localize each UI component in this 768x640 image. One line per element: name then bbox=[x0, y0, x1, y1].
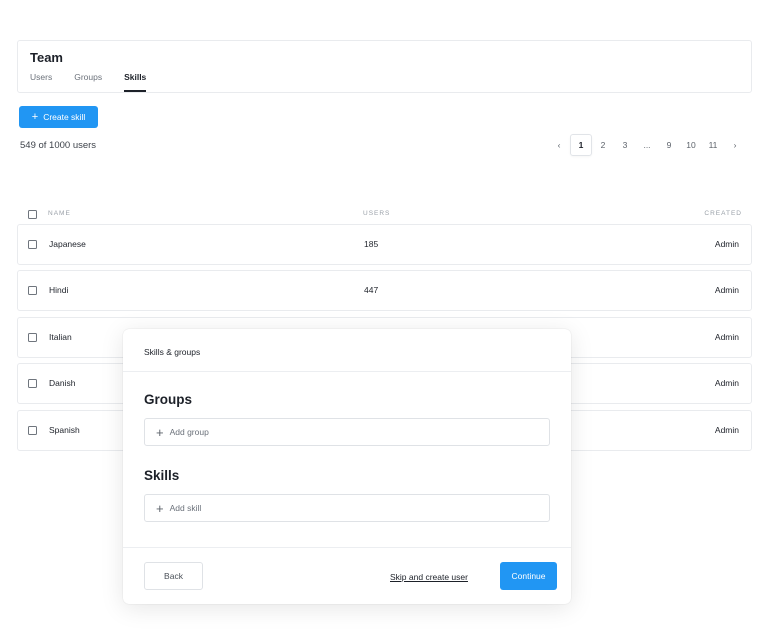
page-3[interactable]: 3 bbox=[614, 134, 636, 156]
page-ellipsis: ... bbox=[643, 140, 651, 150]
chevron-left-icon[interactable]: ‹ bbox=[548, 134, 570, 156]
team-header-card: Team Users Groups Skills bbox=[17, 40, 752, 93]
plus-icon: + bbox=[31, 110, 39, 123]
add-group-label: Add group bbox=[169, 427, 209, 437]
chevron-right-icon[interactable]: › bbox=[724, 134, 746, 156]
pagination: ‹ 1 2 3 ... 9 10 11 › bbox=[548, 134, 746, 156]
skills-groups-modal: Skills & groups Groups + Add group Skill… bbox=[123, 329, 571, 604]
row-users: 447 bbox=[364, 285, 379, 295]
row-created: Admin bbox=[714, 285, 739, 295]
row-created: Admin bbox=[714, 332, 739, 342]
column-header-created: CREATED bbox=[704, 210, 742, 217]
row-name: Japanese bbox=[49, 239, 86, 249]
page-2[interactable]: 2 bbox=[592, 134, 614, 156]
row-checkbox[interactable] bbox=[28, 333, 37, 342]
row-checkbox[interactable] bbox=[28, 379, 37, 388]
row-created: Admin bbox=[714, 425, 739, 435]
row-checkbox[interactable] bbox=[28, 426, 37, 435]
plus-icon: + bbox=[156, 424, 164, 440]
page-1[interactable]: 1 bbox=[570, 134, 592, 156]
page-11[interactable]: 11 bbox=[702, 134, 724, 156]
row-checkbox[interactable] bbox=[28, 240, 37, 249]
row-users: 185 bbox=[364, 239, 379, 249]
row-name: Italian bbox=[49, 332, 72, 342]
tab-bar: Users Groups Skills bbox=[30, 72, 168, 92]
tab-skills[interactable]: Skills bbox=[124, 72, 147, 92]
tab-groups[interactable]: Groups bbox=[74, 72, 102, 92]
create-skill-label: Create skill bbox=[43, 112, 86, 122]
row-name: Danish bbox=[49, 378, 76, 388]
modal-footer: Back Skip and create user Continue bbox=[123, 547, 571, 604]
row-name: Spanish bbox=[49, 425, 80, 435]
skip-and-create-user-link[interactable]: Skip and create user bbox=[390, 572, 468, 582]
page-title: Team bbox=[30, 50, 63, 65]
continue-button[interactable]: Continue bbox=[500, 562, 557, 590]
page-10[interactable]: 10 bbox=[680, 134, 702, 156]
table-header: NAME USERS CREATED bbox=[17, 208, 752, 222]
column-header-name: NAME bbox=[48, 210, 71, 217]
page-9[interactable]: 9 bbox=[658, 134, 680, 156]
create-skill-button[interactable]: + Create skill bbox=[19, 106, 98, 128]
add-skill-field[interactable]: + Add skill bbox=[144, 494, 550, 522]
modal-title: Skills & groups bbox=[144, 347, 201, 357]
back-button[interactable]: Back bbox=[144, 562, 203, 590]
groups-section-title: Groups bbox=[144, 392, 193, 407]
select-all-checkbox[interactable] bbox=[28, 210, 37, 219]
skills-section-title: Skills bbox=[144, 468, 180, 483]
modal-header: Skills & groups bbox=[123, 329, 571, 372]
row-checkbox[interactable] bbox=[28, 286, 37, 295]
tab-users[interactable]: Users bbox=[30, 72, 52, 92]
table-row[interactable]: Hindi 447 Admin bbox=[17, 270, 752, 311]
table-row[interactable]: Japanese 185 Admin bbox=[17, 224, 752, 265]
row-created: Admin bbox=[714, 378, 739, 388]
row-created: Admin bbox=[714, 239, 739, 249]
add-skill-label: Add skill bbox=[169, 503, 202, 513]
plus-icon: + bbox=[156, 500, 164, 516]
add-group-field[interactable]: + Add group bbox=[144, 418, 550, 446]
results-count: 549 of 1000 users bbox=[20, 140, 97, 151]
row-name: Hindi bbox=[49, 285, 69, 295]
column-header-users: USERS bbox=[363, 210, 391, 217]
